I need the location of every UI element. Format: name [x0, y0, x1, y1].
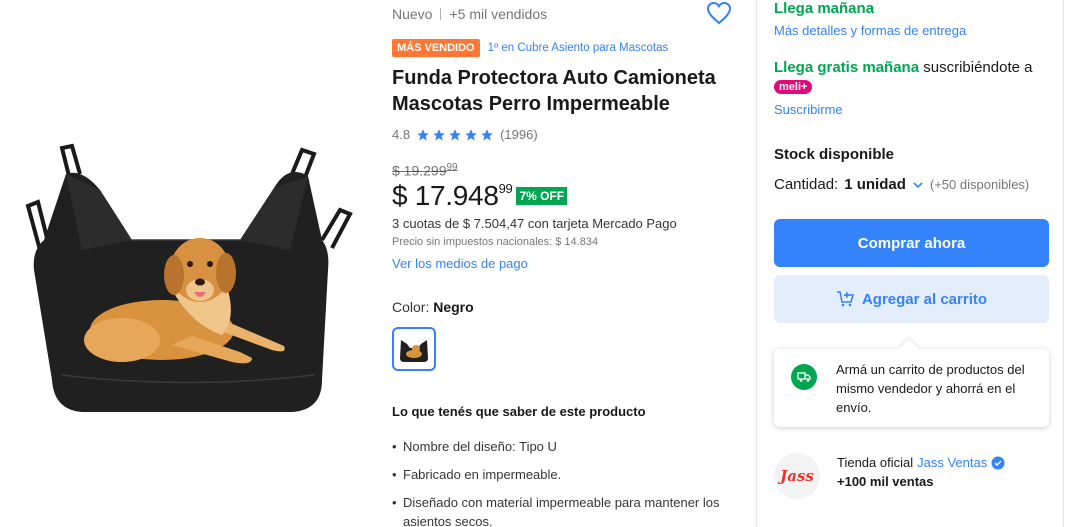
payment-methods-link[interactable]: Ver los medios de pago: [392, 256, 528, 271]
product-info: Nuevo +5 mil vendidos MÁS VENDIDO 1º en …: [392, 0, 742, 527]
features-list: Nombre del diseño: Tipo U Fabricado en i…: [392, 437, 732, 527]
truck-icon: [791, 364, 817, 390]
star-icon: [449, 128, 461, 141]
available-count: (+50 disponibles): [929, 177, 1030, 192]
star-icon: [465, 128, 477, 141]
feature-item: Fabricado en impermeable.: [392, 465, 732, 484]
official-store-line: Tienda oficial Jass Ventas: [837, 455, 1005, 470]
current-price: $ 17.94899: [392, 180, 513, 212]
seller-sales: +100 mil ventas: [837, 474, 934, 489]
original-price: $ 19.29999: [392, 162, 458, 179]
sold-count: +5 mil vendidos: [449, 6, 548, 22]
star-rating: [416, 128, 494, 142]
divider: [440, 8, 442, 20]
add-to-cart-button[interactable]: Agregar al carrito: [774, 275, 1049, 323]
original-price-integer: $ 19.299: [392, 162, 447, 179]
official-store-prefix: Tienda oficial: [837, 455, 914, 470]
feature-item: Nombre del diseño: Tipo U: [392, 437, 732, 456]
swatch-thumbnail-icon: [400, 340, 428, 362]
color-label-prefix: Color:: [392, 299, 434, 315]
star-icon: [433, 128, 445, 141]
features-title: Lo que tenés que saber de este producto: [392, 404, 646, 419]
best-seller-badge: MÁS VENDIDO: [392, 39, 480, 57]
color-swatch-negro[interactable]: [392, 327, 436, 371]
rating-summary[interactable]: 4.8 (1996): [392, 127, 538, 142]
category-ranking-link[interactable]: 1º en Cubre Asiento para Mascotas: [488, 42, 669, 54]
gallery: [0, 0, 380, 527]
free-shipping-text: Llega gratis mañana suscribiéndote a: [774, 59, 1032, 76]
star-icon: [417, 128, 429, 141]
current-price-cents: 99: [498, 180, 513, 196]
verified-badge-icon: [991, 456, 1005, 469]
quantity-value: 1 unidad: [844, 176, 906, 193]
shipping-details-link[interactable]: Más detalles y formas de entrega: [774, 23, 966, 38]
cart-add-icon: [836, 291, 854, 307]
quantity-selector[interactable]: Cantidad: 1 unidad (+50 disponibles): [774, 176, 1029, 193]
add-to-cart-label: Agregar al carrito: [861, 290, 988, 308]
buy-box: Llega mañana Más detalles y formas de en…: [756, 0, 1064, 527]
star-icon: [481, 128, 493, 141]
product-title: Funda Protectora Auto Camioneta Mascotas…: [392, 67, 716, 115]
buy-now-button[interactable]: Comprar ahora: [774, 219, 1049, 267]
subscribe-link[interactable]: Suscribirme: [774, 102, 843, 117]
tooltip-text: Armá un carrito de productos del mismo v…: [836, 362, 1025, 415]
free-shipping-rest: suscribiéndote a: [919, 59, 1033, 76]
feature-item: Diseñado con material impermeable para m…: [392, 493, 732, 527]
meli-plus-badge: meli+: [774, 80, 813, 94]
tax-note: Precio sin impuestos nacionales: $ 14.83…: [392, 236, 599, 248]
dog-seat-cover-image[interactable]: [22, 140, 354, 420]
chevron-down-icon: [913, 181, 923, 188]
seller-name-link[interactable]: Jass Ventas: [917, 455, 987, 470]
store-logo[interactable]: Jass: [774, 453, 820, 499]
condition-label: Nuevo: [392, 6, 433, 22]
installments-text: 3 cuotas de $ 7.504,47 con tarjeta Merca…: [392, 216, 677, 231]
store-logo-image: Jass: [777, 467, 814, 485]
color-value: Negro: [433, 299, 474, 315]
shipping-title: Llega mañana: [774, 0, 875, 17]
favorite-heart-icon[interactable]: [706, 1, 732, 25]
rating-value: 4.8: [392, 127, 411, 142]
color-selector-label: Color: Negro: [392, 299, 474, 315]
stock-title: Stock disponible: [774, 146, 895, 163]
review-count: (1996): [500, 127, 538, 142]
discount-badge: 7% OFF: [516, 187, 568, 205]
svg-text:Jass: Jass: [777, 467, 814, 485]
cart-tooltip: Armá un carrito de productos del mismo v…: [774, 349, 1049, 427]
free-shipping-highlight: Llega gratis mañana: [774, 59, 920, 76]
price-row: $ 17.94899 7% OFF: [392, 180, 568, 212]
best-seller-highlight: MÁS VENDIDO 1º en Cubre Asiento para Mas…: [392, 39, 668, 57]
current-price-integer: $ 17.948: [392, 180, 499, 211]
product-subtitle: Nuevo +5 mil vendidos: [392, 6, 547, 22]
quantity-label: Cantidad:: [774, 176, 839, 193]
original-price-cents: 99: [446, 162, 458, 173]
